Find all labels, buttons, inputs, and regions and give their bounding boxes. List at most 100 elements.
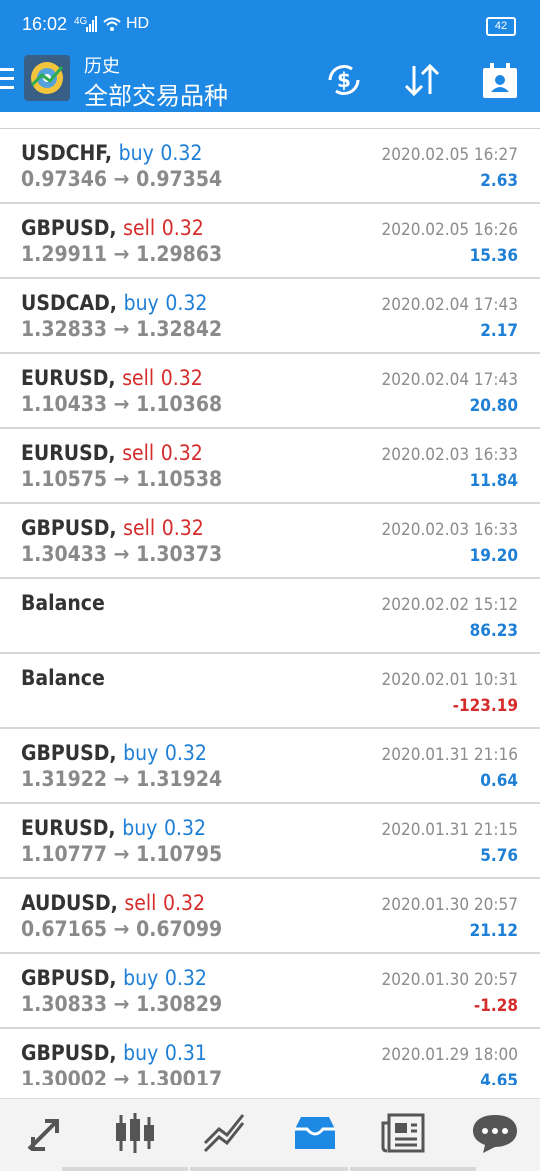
sort-button[interactable] (400, 58, 444, 102)
calendar-button[interactable] (478, 58, 522, 102)
nav-trade[interactable] (197, 1109, 253, 1157)
arrow-right-icon: → (113, 467, 130, 491)
trade-row[interactable]: GBPUSD, sell 0.32 1.29911 → 1.29863 2020.0… (0, 204, 540, 279)
trade-row[interactable]: GBPUSD, buy 0.32 1.31922 → 1.31924 2020.01… (0, 729, 540, 804)
status-time: 16:02 (22, 14, 68, 34)
trade-header: GBPUSD, buy 0.32 (21, 966, 207, 990)
trade-header: GBPUSD, sell 0.32 (21, 216, 204, 240)
signal-icon (86, 16, 97, 32)
currency-exchange-button[interactable]: $ (322, 58, 366, 102)
close-price: 1.32842 (136, 317, 223, 341)
trade-header: USDCAD, buy 0.32 (21, 291, 207, 315)
calendar-icon (483, 63, 517, 98)
trade-volume: 0.32 (164, 741, 207, 765)
trade-date: 2020.01.31 21:16 (381, 745, 518, 765)
trade-prices: 0.67165 → 0.67099 (21, 917, 222, 941)
nav-divider (62, 1167, 188, 1171)
menu-icon[interactable] (0, 68, 14, 90)
trade-date: 2020.01.30 20:57 (381, 895, 518, 915)
trade-header: USDCHF, buy 0.32 (21, 141, 202, 165)
trade-symbol: EURUSD, (21, 816, 116, 840)
trade-date: 2020.02.04 17:43 (381, 370, 518, 390)
app-logo-icon (24, 55, 70, 101)
trade-symbol: GBPUSD, (21, 1041, 117, 1065)
close-price: 1.10368 (136, 392, 223, 416)
chat-bubble-icon (467, 1115, 523, 1161)
trade-prices: 1.10575 → 1.10538 (21, 467, 222, 491)
trade-header: Balance (21, 666, 105, 690)
arrow-right-icon: → (113, 542, 130, 566)
trade-profit: 5.76 (480, 846, 518, 866)
trade-profit: 4.65 (480, 1071, 518, 1085)
trade-date: 2020.02.02 15:12 (381, 595, 518, 615)
trade-symbol: EURUSD, (21, 441, 116, 465)
trade-volume: 0.32 (162, 891, 206, 915)
trade-prices: 1.30002 → 1.30017 (21, 1067, 222, 1085)
wifi-icon (103, 17, 121, 31)
close-price: 1.30373 (136, 542, 223, 566)
trade-header: Balance (21, 591, 105, 615)
trade-symbol: Balance (21, 666, 105, 690)
trade-chart-icon (197, 1114, 253, 1161)
quotes-arrows-icon (17, 1119, 73, 1161)
trade-date: 2020.02.03 16:33 (381, 520, 518, 540)
trade-prices: 1.10433 → 1.10368 (21, 392, 222, 416)
close-price: 1.10795 (136, 842, 223, 866)
trade-row[interactable]: GBPUSD, buy 0.31 1.30002 → 1.30017 2020.01… (0, 1029, 540, 1085)
open-price: 0.97346 (21, 167, 108, 191)
trade-profit: 15.36 (469, 246, 518, 266)
nav-divider (190, 1167, 348, 1171)
open-price: 1.32833 (21, 317, 108, 341)
trade-date: 2020.01.31 21:15 (381, 820, 518, 840)
arrow-right-icon: → (113, 767, 130, 791)
trade-side: buy (122, 816, 158, 840)
close-price: 1.30829 (136, 992, 223, 1016)
nav-chat[interactable] (467, 1109, 523, 1157)
newspaper-icon (377, 1113, 433, 1161)
trade-row[interactable]: Balance 2020.02.02 15:12 86.23 (0, 579, 540, 654)
trade-date: 2020.01.30 20:57 (381, 970, 518, 990)
nav-quotes[interactable] (17, 1109, 73, 1157)
trade-row[interactable]: EURUSD, buy 0.32 1.10777 → 1.10795 2020.01… (0, 804, 540, 879)
open-price: 1.10433 (21, 392, 108, 416)
arrow-right-icon: → (113, 167, 130, 191)
trade-side: sell (122, 366, 155, 390)
trade-row[interactable]: EURUSD, sell 0.32 1.10575 → 1.10538 2020.0… (0, 429, 540, 504)
trade-row[interactable]: Balance 2020.02.01 10:31 -123.19 (0, 654, 540, 729)
open-price: 1.29911 (21, 242, 108, 266)
trade-side: buy (123, 291, 159, 315)
trade-side: sell (122, 441, 155, 465)
trade-profit: 2.63 (480, 171, 518, 191)
status-bar: 16:02 4G HD 42 (0, 0, 540, 52)
hd-indicator: HD (126, 15, 150, 32)
trade-row[interactable]: USDCHF, buy 0.32 0.97346 → 0.97354 2020.02… (0, 129, 540, 204)
trade-header: EURUSD, buy 0.32 (21, 816, 206, 840)
trade-symbol: GBPUSD, (21, 741, 117, 765)
nav-chart[interactable] (107, 1109, 163, 1157)
arrow-right-icon: → (113, 392, 130, 416)
open-price: 1.30433 (21, 542, 108, 566)
trade-profit: 86.23 (469, 621, 518, 641)
trade-profit: 20.80 (469, 396, 518, 416)
arrow-right-icon: → (113, 1067, 130, 1085)
trade-volume: 0.32 (161, 516, 204, 540)
trade-row[interactable]: USDCAD, buy 0.32 1.32833 → 1.32842 2020.02… (0, 279, 540, 354)
trade-row[interactable]: EURUSD, sell 0.32 1.10433 → 1.10368 2020.0… (0, 354, 540, 429)
page-title: 全部交易品种 (84, 83, 228, 110)
trade-history-list[interactable]: USDCHF, buy 0.32 0.97346 → 0.97354 2020.02… (0, 128, 540, 1085)
trade-row[interactable]: GBPUSD, sell 0.32 1.30433 → 1.30373 2020.0… (0, 504, 540, 579)
nav-news[interactable] (377, 1109, 433, 1157)
trade-volume: 0.32 (163, 816, 206, 840)
trade-volume: 0.32 (161, 216, 204, 240)
trade-header: EURUSD, sell 0.32 (21, 366, 203, 390)
trade-row[interactable]: AUDUSD, sell 0.32 0.67165 → 0.67099 2020.0… (0, 879, 540, 954)
open-price: 1.30002 (21, 1067, 108, 1085)
trade-profit: 11.84 (469, 471, 518, 491)
trade-date: 2020.02.03 16:33 (381, 445, 518, 465)
trade-symbol: GBPUSD, (21, 516, 117, 540)
nav-history[interactable] (287, 1109, 343, 1157)
close-price: 1.30017 (136, 1067, 223, 1085)
arrow-right-icon: → (113, 992, 130, 1016)
trade-row[interactable]: GBPUSD, buy 0.32 1.30833 → 1.30829 2020.01… (0, 954, 540, 1029)
arrow-right-icon: → (113, 842, 130, 866)
